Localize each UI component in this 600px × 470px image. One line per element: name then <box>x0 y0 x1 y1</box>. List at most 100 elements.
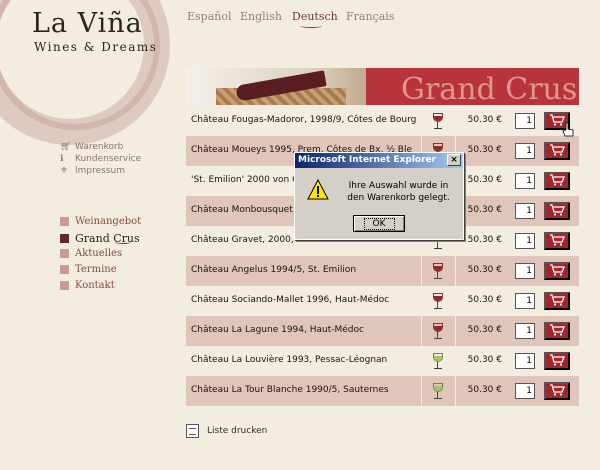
column-divider <box>455 346 456 376</box>
add-to-cart-button[interactable] <box>544 382 570 400</box>
red-wine-glass-icon <box>432 113 444 130</box>
red-wine-glass-icon <box>432 293 444 310</box>
print-list-label: Liste drucken <box>207 426 268 436</box>
wine-price: 50.30 € <box>467 355 502 365</box>
wine-price: 50.30 € <box>467 295 502 305</box>
table-row: Château La Louvière 1993, Pessac-Léognan… <box>186 346 579 376</box>
quantity-input[interactable] <box>515 263 535 279</box>
quantity-input[interactable] <box>515 293 535 309</box>
add-to-cart-button[interactable] <box>544 292 570 310</box>
wine-name[interactable]: Château Sociando-Mallet 1996, Haut-Médoc <box>191 295 389 305</box>
add-to-cart-button[interactable] <box>544 322 570 340</box>
imprint-icon: ⚜ <box>60 165 69 176</box>
column-divider <box>455 256 456 286</box>
add-to-cart-button[interactable] <box>544 262 570 280</box>
cart-icon <box>549 233 565 249</box>
nav-bullet-icon <box>60 281 69 290</box>
wine-name[interactable]: Château La Tour Blanche 1990/5, Sauterne… <box>191 385 389 395</box>
util-imprint-link[interactable]: ⚜ Impressum <box>60 166 125 176</box>
info-icon: ℹ <box>60 153 64 164</box>
active-nav-underline <box>115 240 131 244</box>
alert-dialog: Microsoft Internet Explorer × Ihre Auswa… <box>294 152 464 240</box>
dialog-ok-button[interactable]: OK <box>353 215 405 232</box>
add-to-cart-button[interactable] <box>544 232 570 250</box>
add-to-cart-button[interactable] <box>544 142 570 160</box>
active-language-underline <box>300 24 322 28</box>
column-divider <box>421 316 422 346</box>
nav-bullet-icon <box>60 234 69 243</box>
wine-name[interactable]: Château Monbousquet <box>191 205 293 215</box>
util-service-label: Kundenservice <box>75 154 142 164</box>
quantity-input[interactable] <box>515 203 535 219</box>
add-to-cart-button[interactable] <box>544 172 570 190</box>
util-cart-label: Warenkorb <box>75 142 124 152</box>
wine-name[interactable]: Château Angelus 1994/5, St. Emilion <box>191 265 356 275</box>
hand-cursor-icon <box>562 122 574 137</box>
wine-price: 50.30 € <box>467 175 502 185</box>
white-wine-glass-icon <box>432 383 444 400</box>
logo-title[interactable]: La Viña <box>32 8 143 39</box>
table-row: Château Angelus 1994/5, St. Emilion 50.30… <box>186 256 579 286</box>
dialog-titlebar[interactable]: Microsoft Internet Explorer × <box>295 153 463 168</box>
wine-price: 50.30 € <box>467 325 502 335</box>
wine-name[interactable]: Château Fougas-Madoror, 1998/9, Côtes de… <box>191 115 416 125</box>
quantity-input[interactable] <box>515 353 535 369</box>
nav-kontakt[interactable]: Kontakt <box>60 280 115 291</box>
quantity-input[interactable] <box>515 233 535 249</box>
lang-english[interactable]: English <box>240 10 282 23</box>
lang-deutsch[interactable]: Deutsch <box>292 10 338 23</box>
warning-icon <box>307 179 329 200</box>
dialog-ok-label: OK <box>363 217 395 230</box>
cart-icon <box>549 353 565 369</box>
quantity-input[interactable] <box>515 113 535 129</box>
cart-icon <box>549 293 565 309</box>
nav-aktuelles[interactable]: Aktuelles <box>60 248 122 259</box>
lang-francais[interactable]: Français <box>346 10 394 23</box>
column-divider <box>455 376 456 406</box>
cart-icon <box>549 323 565 339</box>
nav-weinangebot[interactable]: Weinangebot <box>60 216 141 227</box>
util-cart-link[interactable]: 🛒︎ Warenkorb <box>60 142 123 152</box>
banner-photo <box>186 68 366 105</box>
column-divider <box>421 376 422 406</box>
nav-bullet-icon <box>60 217 69 226</box>
print-icon <box>186 424 199 438</box>
lang-espanol[interactable]: Español <box>187 10 232 23</box>
nav-label: Termine <box>75 264 117 275</box>
nav-termine[interactable]: Termine <box>60 264 117 275</box>
quantity-input[interactable] <box>515 323 535 339</box>
cart-icon <box>549 383 565 399</box>
quantity-input[interactable] <box>515 143 535 159</box>
table-row: Château La Tour Blanche 1990/5, Sauterne… <box>186 376 579 406</box>
nav-label: Weinangebot <box>75 216 142 227</box>
add-to-cart-button[interactable] <box>544 352 570 370</box>
wine-name[interactable]: Château La Louvière 1993, Pessac-Léognan <box>191 355 387 365</box>
wine-price: 50.30 € <box>467 145 502 155</box>
wine-price: 50.30 € <box>467 265 502 275</box>
column-divider <box>421 106 422 136</box>
column-divider <box>421 286 422 316</box>
table-row: Château Sociando-Mallet 1996, Haut-Médoc… <box>186 286 579 316</box>
nav-label: Aktuelles <box>75 248 123 259</box>
banner-title: Grand Crus <box>401 72 578 105</box>
quantity-input[interactable] <box>515 383 535 399</box>
print-list-link[interactable]: Liste drucken <box>186 424 267 438</box>
red-wine-glass-icon <box>432 263 444 280</box>
cart-icon <box>549 203 565 219</box>
cart-icon <box>549 263 565 279</box>
add-to-cart-button[interactable] <box>544 202 570 220</box>
logo-subtitle: Wines & Dreams <box>34 40 158 54</box>
column-divider <box>455 316 456 346</box>
quantity-input[interactable] <box>515 173 535 189</box>
nav-label: Grand Crus <box>75 232 140 245</box>
white-wine-glass-icon <box>432 353 444 370</box>
wine-price: 50.30 € <box>467 115 502 125</box>
table-row: Château La Lagune 1994, Haut-Médoc 50.30 … <box>186 316 579 346</box>
wine-name[interactable]: 'St. Emilion' 2000 von C <box>191 175 298 185</box>
column-divider <box>455 286 456 316</box>
nav-label: Kontakt <box>75 280 115 291</box>
util-service-link[interactable]: ℹ Kundenservice <box>60 154 141 164</box>
wine-name[interactable]: Château La Lagune 1994, Haut-Médoc <box>191 325 364 335</box>
dialog-close-button[interactable]: × <box>447 154 461 166</box>
grand-crus-banner: Grand Crus <box>186 68 579 105</box>
